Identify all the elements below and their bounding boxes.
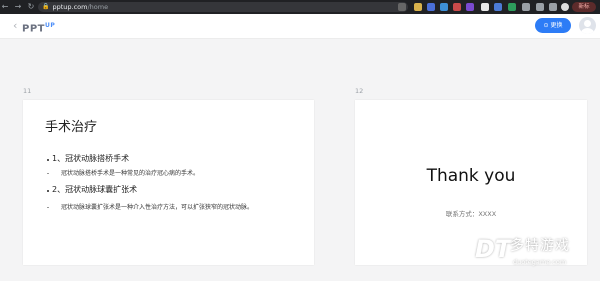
download-icon[interactable] <box>549 3 557 11</box>
extension-icon[interactable] <box>427 3 435 11</box>
slide-title: Thank you <box>426 166 516 186</box>
update-pill[interactable]: 新标 <box>572 2 596 12</box>
extension-icon[interactable] <box>453 3 461 11</box>
extension-icon[interactable] <box>481 3 489 11</box>
back-chevron-icon[interactable]: ‹ <box>13 19 17 33</box>
profile-icon[interactable] <box>561 3 569 11</box>
forward-arrow-icon[interactable]: → <box>13 0 23 14</box>
back-arrow-icon[interactable]: ← <box>0 0 10 14</box>
extension-icon[interactable] <box>508 3 516 11</box>
bullet-dash <box>47 207 49 208</box>
url-host: pptup.com <box>52 3 88 11</box>
logo[interactable]: PPTUP <box>22 20 55 35</box>
slide-number: 11 <box>23 87 32 95</box>
watermark-url: duotegame.com <box>513 258 567 266</box>
slide-heading-2: 2、冠状动脉球囊扩张术 <box>52 185 138 194</box>
slide-title: 手术治疗 <box>45 120 98 135</box>
extension-icon[interactable] <box>494 3 502 11</box>
bullet-dash <box>47 173 49 174</box>
slide-card[interactable]: 手术治疗 1、冠状动脉搭桥手术 冠状动脉搭桥手术是一种常见的治疗冠心病的手术。 … <box>23 100 314 265</box>
slide-number: 12 <box>355 87 364 95</box>
extension-icon[interactable] <box>466 3 474 11</box>
slide-text-1: 冠状动脉搭桥手术是一种常见的治疗冠心病的手术。 <box>61 170 200 177</box>
change-button[interactable]: ⊙ 更换 <box>535 18 571 33</box>
puzzle-icon[interactable] <box>522 3 530 11</box>
bullet-dot <box>47 190 49 192</box>
watermark: DT 多特游戏 duotegame.com <box>475 235 600 281</box>
slide-heading-1: 1、冠状动脉搭桥手术 <box>52 154 130 163</box>
slide-subtitle: 联系方式：XXXX <box>445 210 497 218</box>
slide-text-2: 冠状动脉球囊扩张术是一种介入性治疗方法，可以扩张狭窄的冠状动脉。 <box>61 204 254 211</box>
extension-icon[interactable] <box>440 3 448 11</box>
app-header: ‹ PPTUP ⊙ 更换 <box>0 14 600 39</box>
reload-icon[interactable]: ↻ <box>26 0 36 14</box>
star-icon[interactable] <box>398 3 406 11</box>
watermark-name: 多特游戏 <box>510 238 570 254</box>
url-path: /home <box>87 3 109 11</box>
avatar[interactable] <box>579 17 596 34</box>
sidepanel-icon[interactable] <box>536 3 544 11</box>
lock-icon: 🔒 <box>42 3 50 10</box>
bullet-dot <box>47 159 49 161</box>
watermark-logo: DT <box>475 235 512 263</box>
address-bar[interactable]: 🔒 pptup.com /home <box>38 2 408 12</box>
extension-icon[interactable] <box>414 3 422 11</box>
